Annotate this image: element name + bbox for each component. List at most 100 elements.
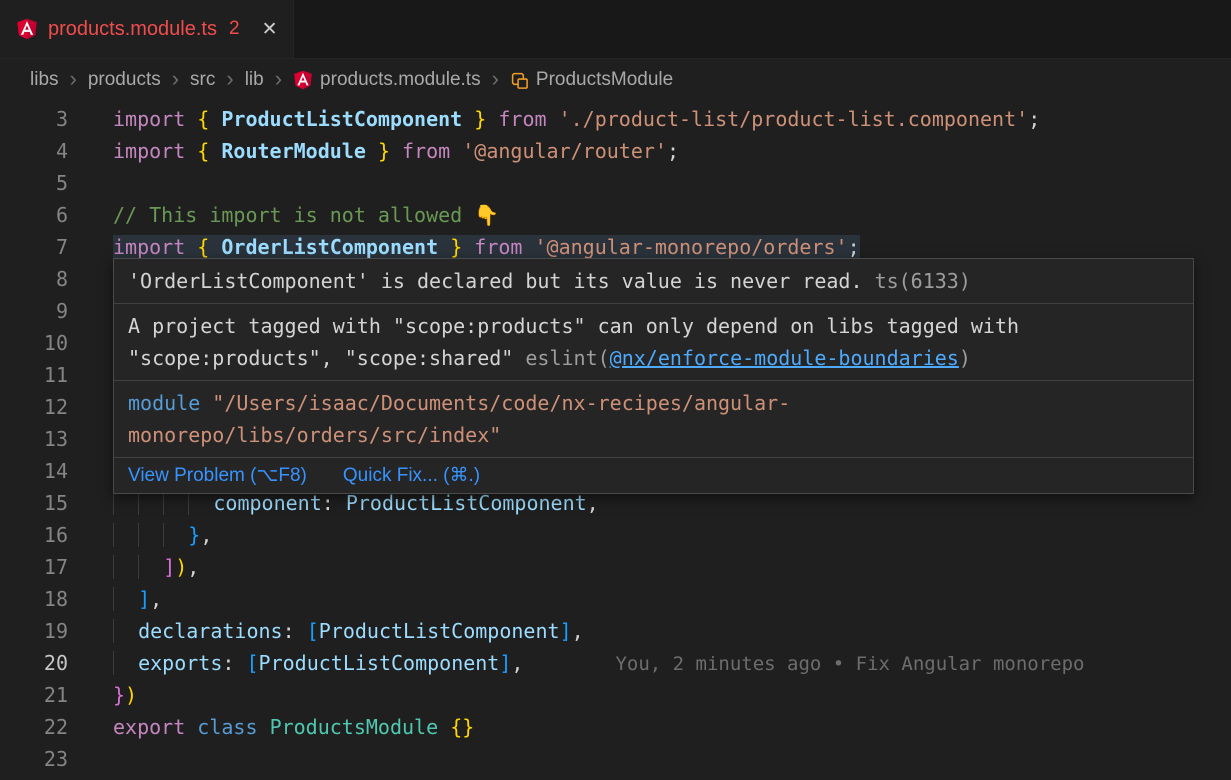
view-problem-action[interactable]: View Problem (⌥F8): [128, 464, 307, 487]
token-pln: [462, 107, 474, 131]
line-number[interactable]: 4: [0, 139, 68, 163]
line-content: ]),: [113, 555, 199, 579]
token-ind: [113, 587, 138, 611]
code-line-19[interactable]: 19 declarations: [ProductListComponent],: [0, 615, 1231, 647]
line-number[interactable]: 6: [0, 203, 68, 227]
close-icon[interactable]: ✕: [262, 18, 278, 41]
line-number[interactable]: 17: [0, 555, 68, 579]
token-str: "/Users/isaac/Documents/code/nx-recipes/…: [212, 391, 790, 415]
token-pln: :: [222, 651, 246, 675]
chevron-right-icon: ›: [275, 68, 282, 90]
token-emoji: 👇: [474, 203, 499, 227]
line-content: },: [113, 523, 212, 547]
token-b1: }: [378, 139, 390, 163]
line-number[interactable]: 14: [0, 459, 68, 483]
breadcrumb-item-libs[interactable]: libs: [30, 69, 59, 91]
line-number[interactable]: 15: [0, 491, 68, 515]
line-number[interactable]: 5: [0, 171, 68, 195]
token-kw: import: [113, 139, 185, 163]
line-number[interactable]: 9: [0, 299, 68, 323]
token-ind: [163, 491, 188, 515]
code-line-5[interactable]: 5: [0, 167, 1231, 199]
hover-widget: 'OrderListComponent' is declared but its…: [113, 258, 1194, 494]
token-ind: [113, 651, 138, 675]
breadcrumb-label: src: [190, 69, 215, 91]
token-pln: ;: [667, 139, 679, 163]
token-dim: ): [959, 346, 971, 370]
token-ind: [113, 619, 138, 643]
code-line-23[interactable]: 23: [0, 743, 1231, 775]
token-pln: :: [322, 491, 346, 515]
code-line-22[interactable]: 22 export class ProductsModule {}: [0, 711, 1231, 743]
code-line-20[interactable]: 20 exports: [ProductListComponent],You, …: [0, 647, 1231, 679]
line-number[interactable]: 8: [0, 267, 68, 291]
class-icon: [510, 71, 529, 90]
code-line-3[interactable]: 3import { ProductListComponent } from '.…: [0, 103, 1231, 135]
editor: 3import { ProductListComponent } from '.…: [0, 101, 1231, 780]
line-number[interactable]: 12: [0, 395, 68, 419]
token-kw: from: [474, 235, 522, 259]
line-content: }): [113, 683, 137, 707]
token-ind: [138, 491, 163, 515]
line-number[interactable]: 23: [0, 747, 68, 771]
line-content: exports: [ProductListComponent],You, 2 m…: [113, 651, 1084, 675]
breadcrumb-label: lib: [245, 69, 264, 91]
tab-products-module-ts[interactable]: products.module.ts 2 ✕: [0, 0, 294, 58]
token-comp: ProductListComponent: [259, 651, 500, 675]
line-number[interactable]: 11: [0, 363, 68, 387]
code-line-4[interactable]: 4import { RouterModule } from '@angular/…: [0, 135, 1231, 167]
token-pln: [547, 107, 559, 131]
token-b1: {}: [450, 715, 474, 739]
token-imp: ProductListComponent: [221, 107, 462, 131]
breadcrumb-item-lib[interactable]: lib: [245, 69, 264, 91]
token-pln: [209, 139, 221, 163]
token-prop: declarations: [138, 619, 283, 643]
breadcrumb-item-productsmodule[interactable]: ProductsModule: [510, 69, 673, 91]
breadcrumb-label: ProductsModule: [536, 69, 673, 91]
code-line-16[interactable]: 16 },: [0, 519, 1231, 551]
eslint-rule-link[interactable]: @nx/enforce-module-boundaries: [610, 346, 959, 370]
hover-section-module-info: module "/Users/isaac/Documents/code/nx-r…: [114, 380, 1193, 457]
angular-icon: [293, 70, 313, 90]
token-cls: ProductsModule: [270, 715, 439, 739]
quick-fix-action[interactable]: Quick Fix... (⌘.): [343, 464, 480, 487]
line-number[interactable]: 10: [0, 331, 68, 355]
breadcrumb-items: libs›products›src›lib› products.module.t…: [30, 69, 673, 91]
breadcrumb-item-src[interactable]: src: [190, 69, 215, 91]
token-b1: {: [197, 107, 209, 131]
line-number[interactable]: 22: [0, 715, 68, 739]
hover-section-text: A project tagged with "scope:products" c…: [128, 314, 1031, 370]
token-b3: }: [188, 523, 200, 547]
line-number[interactable]: 7: [0, 235, 68, 259]
token-pln: [185, 235, 197, 259]
line-number[interactable]: 21: [0, 683, 68, 707]
token-pln: ;: [1028, 107, 1040, 131]
breadcrumb: libs›products›src›lib› products.module.t…: [0, 59, 1231, 101]
code-line-17[interactable]: 17 ]),: [0, 551, 1231, 583]
chevron-right-icon: ›: [226, 68, 233, 90]
breadcrumb-item-products[interactable]: products: [88, 69, 161, 91]
line-number[interactable]: 3: [0, 107, 68, 131]
token-str: monorepo/libs/orders/src/index": [128, 423, 501, 447]
token-pln: [185, 715, 197, 739]
token-pln: [438, 235, 450, 259]
code-line-6[interactable]: 6// This import is not allowed 👇: [0, 199, 1231, 231]
chevron-right-icon: ›: [172, 68, 179, 90]
token-str: '@angular-monorepo/orders': [535, 235, 848, 259]
code-line-18[interactable]: 18 ],: [0, 583, 1231, 615]
line-number[interactable]: 18: [0, 587, 68, 611]
line-content: export class ProductsModule {}: [113, 715, 474, 739]
code-line-21[interactable]: 21}): [0, 679, 1231, 711]
line-number[interactable]: 20: [0, 651, 68, 675]
token-b1: {: [197, 139, 209, 163]
angular-icon: [16, 18, 38, 40]
token-pln: ;: [848, 235, 860, 259]
vscode-window: { "glyphs": { "close": "✕" }, "colors": …: [0, 0, 1231, 780]
line-number[interactable]: 19: [0, 619, 68, 643]
line-number[interactable]: 16: [0, 523, 68, 547]
hover-section-ts-diagnostic: 'OrderListComponent' is declared but its…: [114, 259, 1193, 303]
token-kw: import: [113, 235, 185, 259]
line-number[interactable]: 13: [0, 427, 68, 451]
token-pln: ,: [572, 619, 584, 643]
breadcrumb-item-products-module-ts[interactable]: products.module.ts: [293, 69, 481, 91]
